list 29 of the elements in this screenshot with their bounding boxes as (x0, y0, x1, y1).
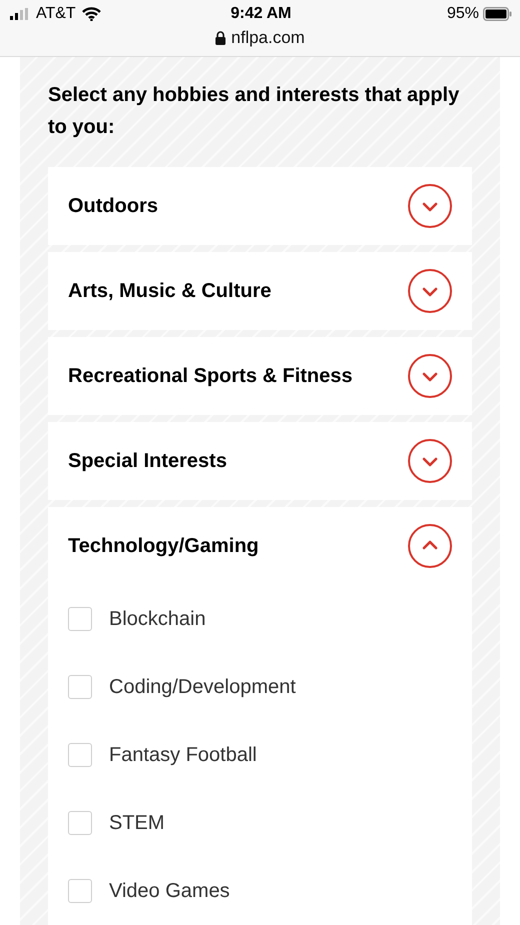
address-url[interactable]: nflpa.com (231, 28, 305, 48)
section-title: Technology/Gaming (68, 534, 259, 558)
section-title: Outdoors (68, 194, 158, 218)
checkbox[interactable] (68, 879, 92, 903)
checkbox[interactable] (68, 675, 92, 699)
expand-toggle[interactable] (408, 439, 452, 483)
expand-toggle[interactable] (408, 269, 452, 313)
lock-icon (215, 31, 226, 45)
battery-icon (483, 7, 512, 21)
option-label[interactable]: Coding/Development (109, 676, 296, 698)
clock: 9:42 AM (230, 5, 292, 23)
section-title: Arts, Music & Culture (68, 280, 272, 302)
checkbox[interactable] (68, 607, 92, 631)
prompt-text: Select any hobbies and interests that apply to you: (48, 83, 460, 140)
expand-toggle[interactable] (408, 184, 452, 228)
checkbox[interactable] (68, 743, 92, 767)
checkbox[interactable] (68, 811, 92, 835)
carrier: AT&T (36, 5, 76, 23)
battery-percent: 95% (446, 5, 480, 23)
signal-icon (10, 8, 30, 20)
option-label[interactable]: Fantasy Football (109, 744, 257, 766)
wifi-icon (82, 7, 101, 21)
section-title: Special Interests (68, 450, 227, 472)
option-label[interactable]: STEM (109, 812, 165, 834)
expand-toggle[interactable] (408, 354, 452, 398)
expand-toggle[interactable] (408, 524, 452, 568)
option-label[interactable]: Blockchain (109, 608, 206, 630)
option-label[interactable]: Video Games (109, 880, 230, 902)
section-title: Recreational Sports & Fitness (68, 364, 353, 388)
